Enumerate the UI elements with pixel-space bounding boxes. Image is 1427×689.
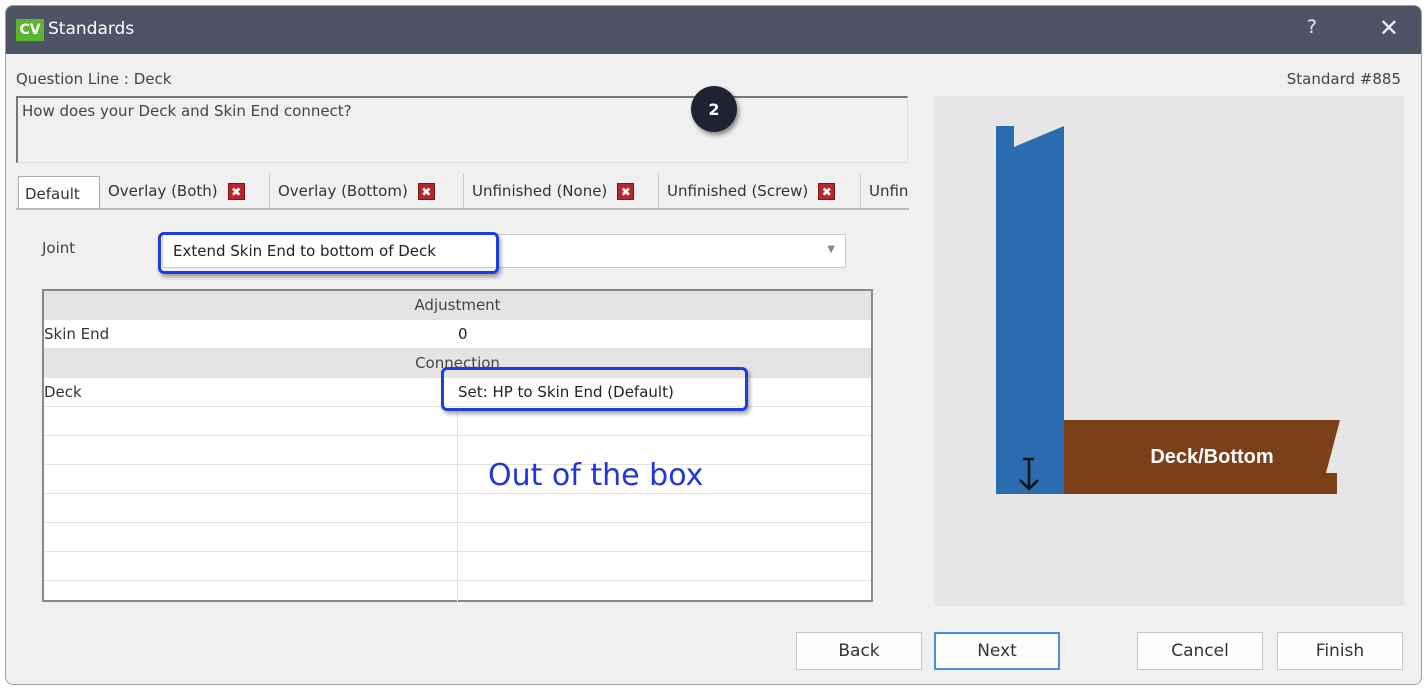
app-logo-icon: CV	[16, 19, 44, 41]
next-button[interactable]: Next	[934, 632, 1060, 670]
close-button[interactable]: ✕	[1379, 14, 1399, 42]
column-divider	[457, 407, 458, 602]
tab-label: Overlay (Both)	[108, 182, 218, 200]
preview-drawing: Deck/Bottom	[996, 126, 1340, 494]
grid-row-skin-end[interactable]: Skin End 0	[44, 320, 871, 349]
finish-button[interactable]: Finish	[1277, 632, 1403, 670]
question-line-label: Question Line : Deck	[16, 70, 172, 88]
title-bar: CV Standards ? ✕	[6, 6, 1421, 54]
property-grid: Adjustment Skin End 0 Connection Deck Se…	[42, 289, 873, 602]
joint-label: Joint	[42, 239, 76, 257]
remove-tab-icon[interactable]: ✖	[617, 182, 635, 200]
annotation-text: Out of the box	[488, 458, 704, 493]
cancel-button[interactable]: Cancel	[1137, 632, 1263, 670]
help-button[interactable]: ?	[1307, 16, 1317, 38]
tab-unfinished-more[interactable]: Unfin	[863, 174, 909, 208]
tab-default[interactable]: Default	[18, 176, 100, 208]
tab-label: Overlay (Bottom)	[278, 182, 408, 200]
joint-preview: Deck/Bottom	[934, 96, 1404, 606]
remove-tab-icon[interactable]: ✖	[227, 182, 245, 200]
standard-number: Standard #885	[1286, 70, 1401, 88]
chevron-down-icon: ▼	[827, 244, 835, 255]
property-value[interactable]: 0	[458, 325, 468, 343]
back-button[interactable]: Back	[796, 632, 922, 670]
remove-tab-icon[interactable]: ✖	[818, 182, 836, 200]
question-text: How does your Deck and Skin End connect?	[22, 102, 352, 120]
skin-end-shape	[996, 126, 1064, 494]
tab-label: Default	[25, 184, 80, 203]
property-name: Deck	[44, 383, 82, 401]
window-title: Standards	[48, 19, 135, 39]
standards-dialog: CV Standards ? ✕ Question Line : Deck St…	[5, 5, 1422, 685]
highlight-deck-connection	[441, 367, 748, 411]
remove-tab-icon[interactable]: ✖	[417, 182, 435, 200]
tab-unfinished-none[interactable]: Unfinished (None) ✖	[466, 174, 659, 208]
tab-label: Unfinished (None)	[472, 182, 608, 200]
tab-label: Unfinished (Screw)	[667, 182, 809, 200]
question-textbox[interactable]: How does your Deck and Skin End connect?	[16, 96, 908, 163]
property-name: Skin End	[44, 325, 110, 343]
tab-label: Unfin	[869, 182, 909, 200]
tab-overlay-bottom[interactable]: Overlay (Bottom) ✖	[272, 174, 464, 208]
deck-label: Deck/Bottom	[1150, 446, 1273, 468]
tab-strip: Default Overlay (Both) ✖ Overlay (Bottom…	[16, 174, 909, 210]
tab-unfinished-screw[interactable]: Unfinished (Screw) ✖	[661, 174, 861, 208]
highlight-joint	[158, 232, 499, 274]
tab-overlay-both[interactable]: Overlay (Both) ✖	[102, 174, 270, 208]
section-header-adjustment: Adjustment	[44, 291, 871, 320]
step-badge: 2	[691, 86, 737, 132]
section-title: Adjustment	[414, 296, 501, 314]
